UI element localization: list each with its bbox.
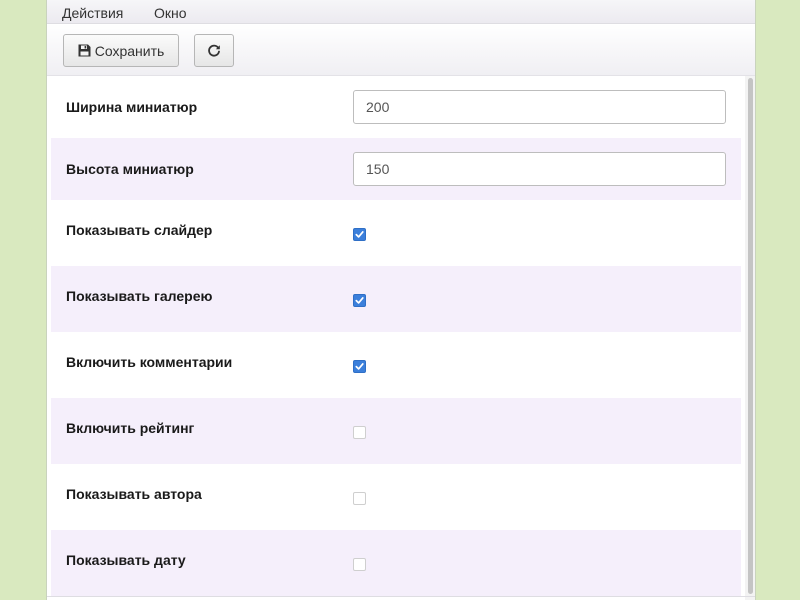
setting-row-enable-rating: Включить рейтинг xyxy=(51,398,741,464)
setting-row-show-slider: Показывать слайдер xyxy=(51,200,741,266)
setting-row-enable-comments: Включить комментарии xyxy=(51,332,741,398)
thumb-height-input[interactable] xyxy=(353,152,726,186)
refresh-button[interactable] xyxy=(194,34,234,67)
setting-label: Включить комментарии xyxy=(66,354,233,370)
setting-row-show-gallery: Показывать галерею xyxy=(51,266,741,332)
setting-label: Показывать галерею xyxy=(66,288,213,304)
setting-row-thumb-height: Высота миниатюр xyxy=(51,138,741,200)
settings-form: Ширина миниатюр Высота миниатюр Показыва… xyxy=(51,76,741,600)
floppy-disk-icon xyxy=(78,44,91,57)
scrollbar-thumb[interactable] xyxy=(748,78,753,594)
menu-window[interactable]: Окно xyxy=(154,5,187,21)
enable-comments-checkbox[interactable] xyxy=(353,360,366,373)
divider xyxy=(47,596,755,597)
setting-label: Высота миниатюр xyxy=(66,161,194,177)
setting-row-thumb-width: Ширина миниатюр xyxy=(51,76,741,138)
setting-label: Показывать автора xyxy=(66,486,202,502)
menubar: Действия Окно xyxy=(47,0,755,24)
app-window: Действия Окно Сохранить Ширина миниатюр … xyxy=(46,0,756,600)
checkmark-icon xyxy=(355,231,364,238)
refresh-icon xyxy=(207,44,221,58)
toolbar: Сохранить xyxy=(47,24,755,76)
enable-rating-checkbox[interactable] xyxy=(353,426,366,439)
show-author-checkbox[interactable] xyxy=(353,492,366,505)
checkmark-icon xyxy=(355,297,364,304)
show-date-checkbox[interactable] xyxy=(353,558,366,571)
menu-actions[interactable]: Действия xyxy=(62,5,123,21)
setting-label: Показывать дату xyxy=(66,552,186,568)
setting-row-show-author: Показывать автора xyxy=(51,464,741,530)
setting-label: Включить рейтинг xyxy=(66,420,195,436)
setting-label: Показывать слайдер xyxy=(66,222,213,238)
setting-row-show-date: Показывать дату xyxy=(51,530,741,596)
setting-label: Ширина миниатюр xyxy=(66,99,198,115)
vertical-scrollbar[interactable] xyxy=(745,76,755,600)
show-gallery-checkbox[interactable] xyxy=(353,294,366,307)
show-slider-checkbox[interactable] xyxy=(353,228,366,241)
save-button-label: Сохранить xyxy=(94,42,165,59)
thumb-width-input[interactable] xyxy=(353,90,726,124)
save-button[interactable]: Сохранить xyxy=(63,34,179,67)
checkmark-icon xyxy=(355,363,364,370)
